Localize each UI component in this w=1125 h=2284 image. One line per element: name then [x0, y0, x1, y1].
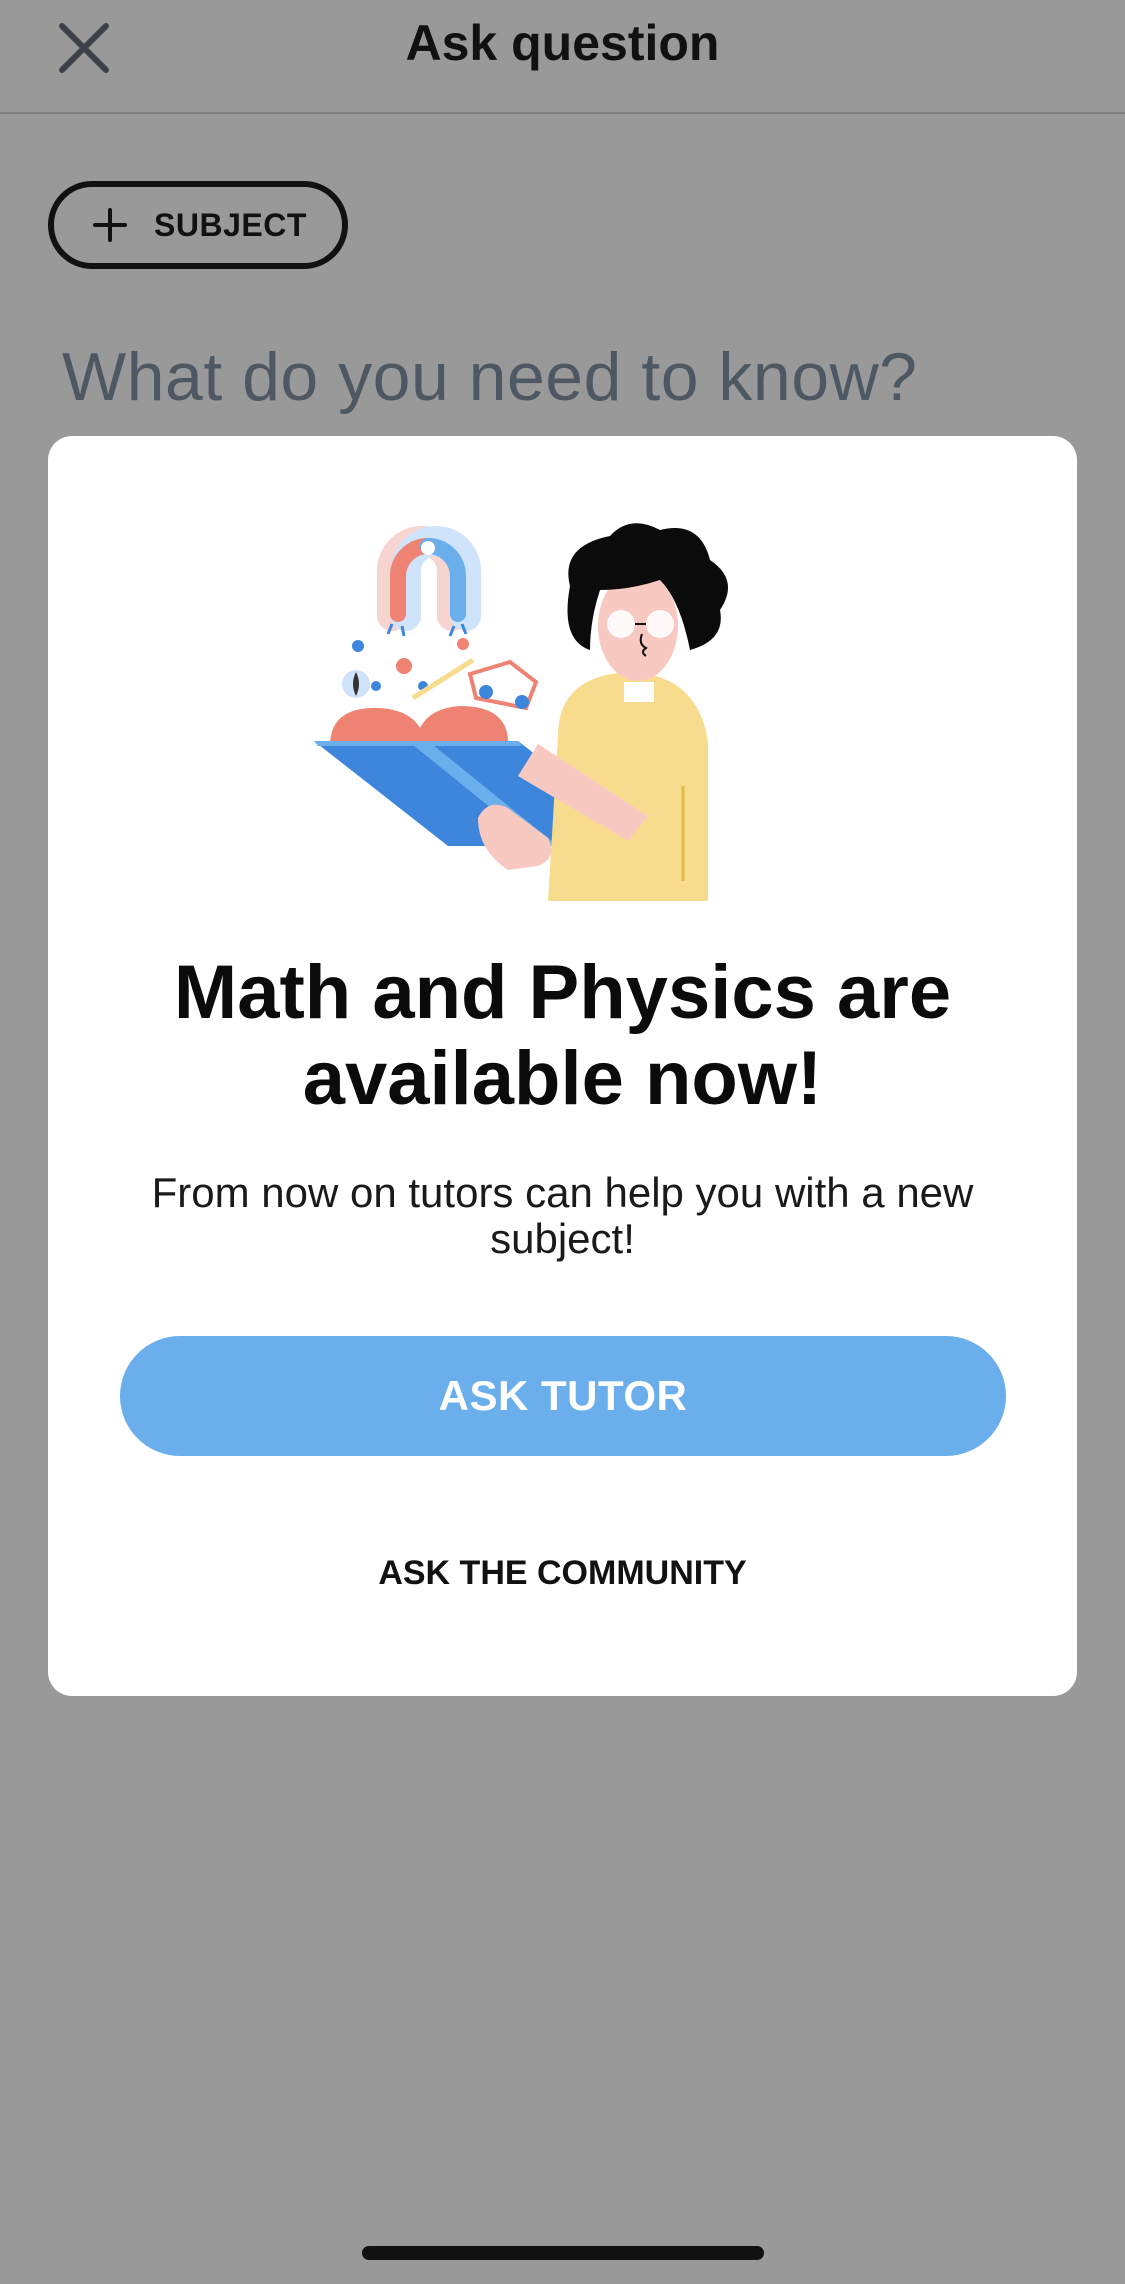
tutor-with-book-illustration [314, 523, 728, 901]
magnet-icon [377, 526, 481, 637]
question-input[interactable]: What do you need to know? [62, 338, 918, 416]
dialog-description: From now on tutors can help you with a n… [151, 1169, 974, 1262]
dialog-title: Math and Physics are available now! [173, 950, 952, 1121]
top-bar: Ask question [0, 0, 1125, 114]
new-subjects-dialog: Math and Physics are available now! From… [48, 436, 1077, 1696]
plus-icon [93, 208, 127, 242]
add-subject-button[interactable]: SUBJECT [48, 181, 348, 269]
page-title: Ask question [405, 15, 720, 71]
ask-community-link[interactable]: ASK THE COMMUNITY [48, 1554, 1077, 1593]
subject-chip-label: SUBJECT [154, 206, 307, 243]
ask-tutor-button[interactable]: ASK TUTOR [120, 1336, 1006, 1456]
home-indicator [362, 2246, 764, 2260]
